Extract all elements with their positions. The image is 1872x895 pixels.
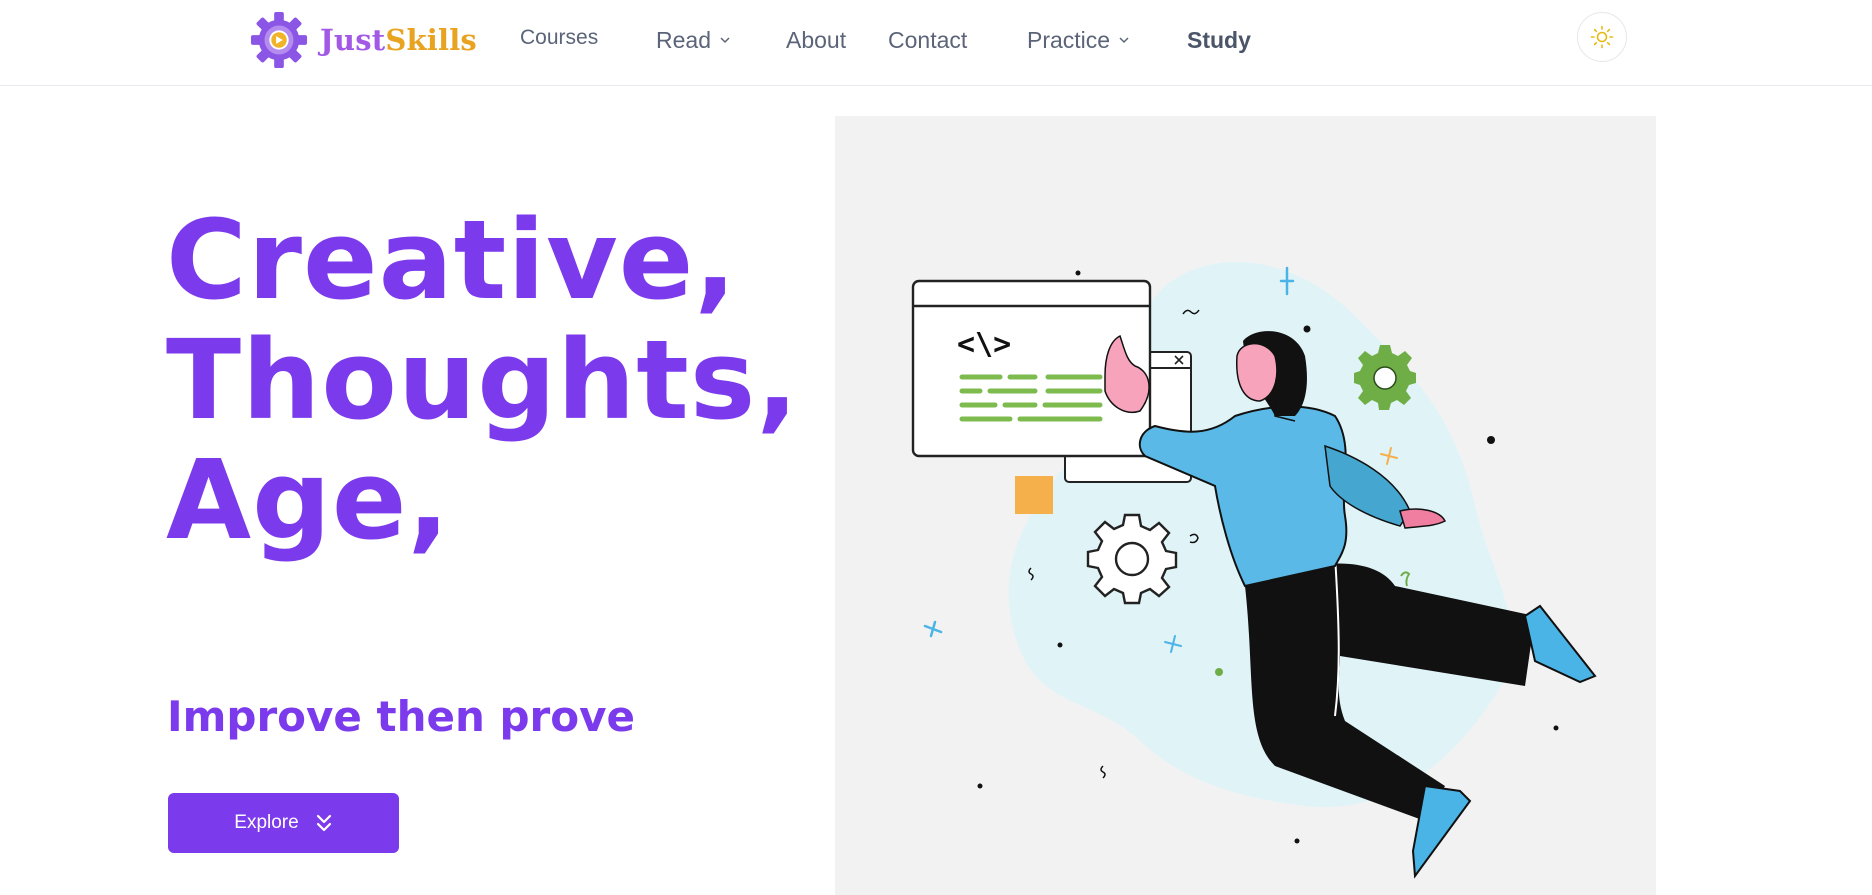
developer-illustration-image: <\> xyxy=(911,262,1597,879)
nav-practice[interactable]: Practice xyxy=(1027,22,1130,58)
left-shoe xyxy=(1411,784,1472,879)
brand-name-just: Just xyxy=(320,23,386,57)
sun-icon xyxy=(1590,25,1614,49)
nav-about-label: About xyxy=(786,26,847,53)
hero-title-line-3: Age, xyxy=(166,436,451,564)
brand-name: JustSkills xyxy=(320,23,477,57)
nav-courses-label: Courses xyxy=(520,26,599,49)
right-shoe xyxy=(1523,604,1597,684)
nav-read[interactable]: Read xyxy=(656,22,731,58)
nav-read-label: Read xyxy=(656,26,711,53)
hero-subtitle: Improve then prove xyxy=(167,692,635,741)
orange-square xyxy=(1015,476,1053,514)
green-gear xyxy=(1354,345,1416,410)
theme-toggle-button[interactable] xyxy=(1577,12,1627,62)
nav-contact-label: Contact xyxy=(888,26,968,53)
nav-study[interactable]: Study xyxy=(1187,22,1251,58)
top-navbar: JustSkills Courses Read About Contact Pr… xyxy=(0,0,1872,86)
nav-about[interactable]: About xyxy=(786,22,846,58)
hero-illustration: <\> xyxy=(835,116,1656,895)
hero-title-line-1: Creative, xyxy=(166,196,738,324)
code-tag-glyph: <\> xyxy=(957,327,1011,362)
hero-title-line-2: Thoughts, xyxy=(166,316,800,444)
chevron-down-icon xyxy=(1119,37,1129,44)
nav-practice-label: Practice xyxy=(1027,26,1111,53)
explore-button-label: Explore xyxy=(234,812,299,833)
explore-button[interactable]: Explore xyxy=(168,793,399,853)
brand-name-skills: Skills xyxy=(385,23,477,57)
outline-gear xyxy=(1086,513,1178,605)
brand-logo-link[interactable]: JustSkills xyxy=(250,10,477,70)
gear-logo-icon xyxy=(250,11,308,69)
hero-title: Creative, Thoughts, Age, xyxy=(166,200,806,560)
nav-study-label: Study xyxy=(1187,26,1251,53)
nav-courses[interactable]: Courses xyxy=(520,20,598,56)
double-chevron-down-icon xyxy=(316,814,331,832)
chevron-down-icon xyxy=(720,37,730,44)
nav-contact[interactable]: Contact xyxy=(888,22,967,58)
